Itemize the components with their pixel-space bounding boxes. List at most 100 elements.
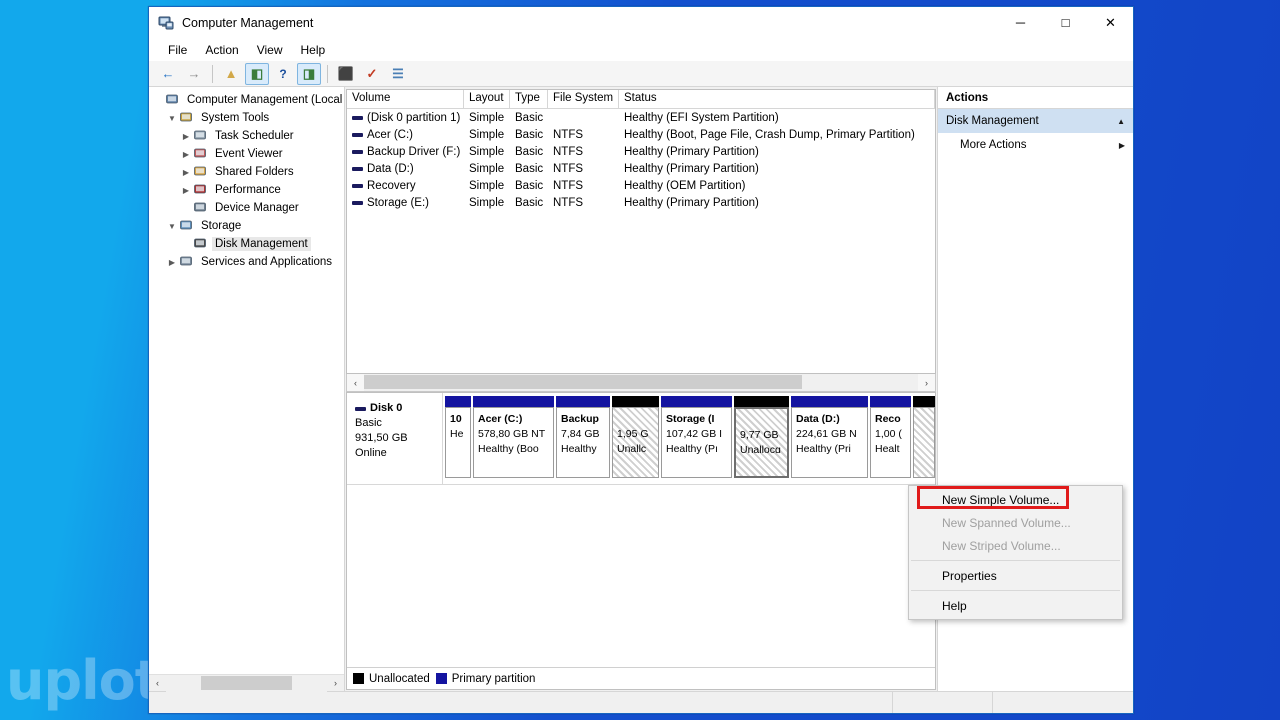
menu-item-file[interactable]: File [159,40,196,60]
legend-item-unallocated: Unallocated [353,673,430,685]
chevron-right-icon[interactable]: ▶ [165,258,179,267]
partition-details: 1,95 G Unallc [612,407,659,478]
table-row[interactable]: Recovery Simple Basic NTFS Healthy (OEM Part… [347,177,935,194]
volume-list-horizontal-scrollbar[interactable]: ‹ › [346,374,936,392]
context-menu-item-new-simple-volume[interactable]: New Simple Volume... [909,488,1122,511]
rescan-disks-icon[interactable]: ⬛ [334,63,358,85]
chevron-up-icon[interactable]: ▲ [1117,117,1125,126]
computer-icon [165,93,181,107]
partition-details: 10 He [445,407,471,478]
column-header-volume[interactable]: Volume [347,90,464,108]
sidebar-scroll-thumb[interactable] [201,675,292,690]
status-cell-3 [993,692,1133,713]
menu-item-view[interactable]: View [248,40,292,60]
sidebar-item-shared-folders[interactable]: ▶ Shared Folders [149,163,344,181]
partition-details: Acer (C:) 578,80 GB NT Healthy (Boo [473,407,554,478]
sidebar-scroll-track[interactable] [166,674,327,692]
rescan-disks-icon-glyph: ⬛ [337,66,355,81]
sidebar-item-performance[interactable]: ▶ Performance [149,181,344,199]
list-scroll-left-icon[interactable]: ‹ [347,374,364,391]
partition-line1: Storage (I [666,413,715,425]
table-row[interactable]: Backup Driver (F:) Simple Basic NTFS Healthy… [347,143,935,160]
list-scroll-right-icon[interactable]: › [918,374,935,391]
sidebar-item-services-and-applications[interactable]: ▶ Services and Applications [149,253,344,271]
sidebar-item-task-scheduler[interactable]: ▶ Task Scheduler [149,127,344,145]
partition-slot-0[interactable]: 10 He [445,396,471,478]
chevron-right-icon[interactable]: ▶ [179,168,193,177]
context-menu: New Simple Volume... New Spanned Volume..… [908,485,1123,620]
table-row[interactable]: Storage (E:) Simple Basic NTFS Healthy (Prim… [347,194,935,211]
partition-storage-e[interactable]: Storage (I 107,42 GB I Healthy (Pı [661,396,732,478]
storage-icon [179,219,195,233]
partition-backup[interactable]: Backup 7,84 GB Healthy [556,396,610,478]
partition-details: Backup 7,84 GB Healthy [556,407,610,478]
cell-layout: Simple [469,145,505,158]
sidebar-horizontal-scrollbar[interactable]: ‹ › [149,674,344,692]
list-scroll-thumb[interactable] [364,375,802,389]
action-item-disk-management[interactable]: Disk Management ▲ [938,109,1133,133]
chevron-right-icon[interactable]: ▶ [1119,141,1125,150]
table-row[interactable]: (Disk 0 partition 1) Simple Basic Healthy (… [347,109,935,126]
partition-color-band [870,396,911,407]
column-header-status[interactable]: Status [619,90,935,108]
chevron-right-icon[interactable]: ▶ [179,132,193,141]
column-header-file-system[interactable]: File System [548,90,619,108]
sidebar-item-device-manager[interactable]: Device Manager [149,199,344,217]
column-header-type[interactable]: Type [510,90,548,108]
up-folder-icon[interactable]: ▲ [219,63,243,85]
cell-volume: Storage (E:) [347,197,464,209]
back-icon[interactable]: ← [156,63,180,85]
list-scroll-track[interactable] [364,374,918,391]
cell-fs: NTFS [553,145,584,158]
disk-info[interactable]: Disk 0 Basic 931,50 GB Online [347,393,443,484]
context-menu-separator [911,590,1120,591]
list-view-icon-glyph: ☰ [392,66,404,81]
event-viewer-icon [193,147,209,161]
sidebar-item-computer-management-local[interactable]: Computer Management (Local [149,91,344,109]
context-menu-item-properties[interactable]: Properties [909,564,1122,587]
partition-details: Reco 1,00 (Healt [870,407,911,478]
properties-icon[interactable]: ✓ [360,63,384,85]
context-menu-item-help[interactable]: Help [909,594,1122,617]
sidebar-item-disk-management[interactable]: Disk Management [149,235,344,253]
sidebar-item-storage[interactable]: ▼ Storage [149,217,344,235]
help-icon[interactable]: ? [271,63,295,85]
partition-slot-8[interactable] [913,396,935,478]
show-console-tree-icon[interactable]: ◧ [245,62,269,85]
scroll-left-icon[interactable]: ‹ [149,675,166,692]
show-action-pane-icon[interactable]: ◨ [297,62,321,85]
volume-list-header: Volume Layout Type File System Status [347,90,935,109]
table-row[interactable]: Acer (C:) Simple Basic NTFS Healthy (Boot, P… [347,126,935,143]
cell-type: Basic [515,179,544,192]
chevron-right-icon[interactable]: ▶ [179,186,193,195]
chevron-down-icon[interactable]: ▼ [165,114,179,123]
disk-type: Basic [355,417,382,429]
partition-line1: Acer (C:) [478,413,523,425]
close-button[interactable]: ✕ [1088,7,1133,38]
chevron-right-icon[interactable]: ▶ [179,150,193,159]
volume-list-rows: (Disk 0 partition 1) Simple Basic Healthy (… [347,109,935,373]
partition-recovery[interactable]: Reco 1,00 (Healt [870,396,911,478]
menu-item-action[interactable]: Action [196,40,247,60]
list-view-icon[interactable]: ☰ [386,63,410,85]
sidebar-item-event-viewer[interactable]: ▶ Event Viewer [149,145,344,163]
partition-acer-c[interactable]: Acer (C:) 578,80 GB NT Healthy (Boo [473,396,554,478]
column-header-layout[interactable]: Layout [464,90,510,108]
cell-volume-text: Data (D:) [367,162,414,175]
menu-item-help[interactable]: Help [292,40,335,60]
partition-line1: 10 [450,413,462,425]
minimize-button[interactable]: ─ [998,7,1043,38]
forward-icon[interactable]: → [182,63,206,85]
sidebar-item-label: Services and Applications [201,256,333,268]
table-row[interactable]: Data (D:) Simple Basic NTFS Healthy (Primary… [347,160,935,177]
sidebar-item-system-tools[interactable]: ▼ System Tools [149,109,344,127]
chevron-down-icon[interactable]: ▼ [165,222,179,231]
disk-icon [355,406,366,411]
scroll-right-icon[interactable]: › [327,675,344,692]
partition-unallocated[interactable]: 9,77 GB Unallocɑ [734,396,789,478]
context-menu-separator [911,560,1120,561]
partition-data-d[interactable]: Data (D:) 224,61 GB N Healthy (Pri [791,396,868,478]
maximize-button[interactable]: □ [1043,7,1088,38]
action-item-more-actions[interactable]: More Actions ▶ [938,133,1133,157]
partition-slot-3[interactable]: 1,95 G Unallc [612,396,659,478]
